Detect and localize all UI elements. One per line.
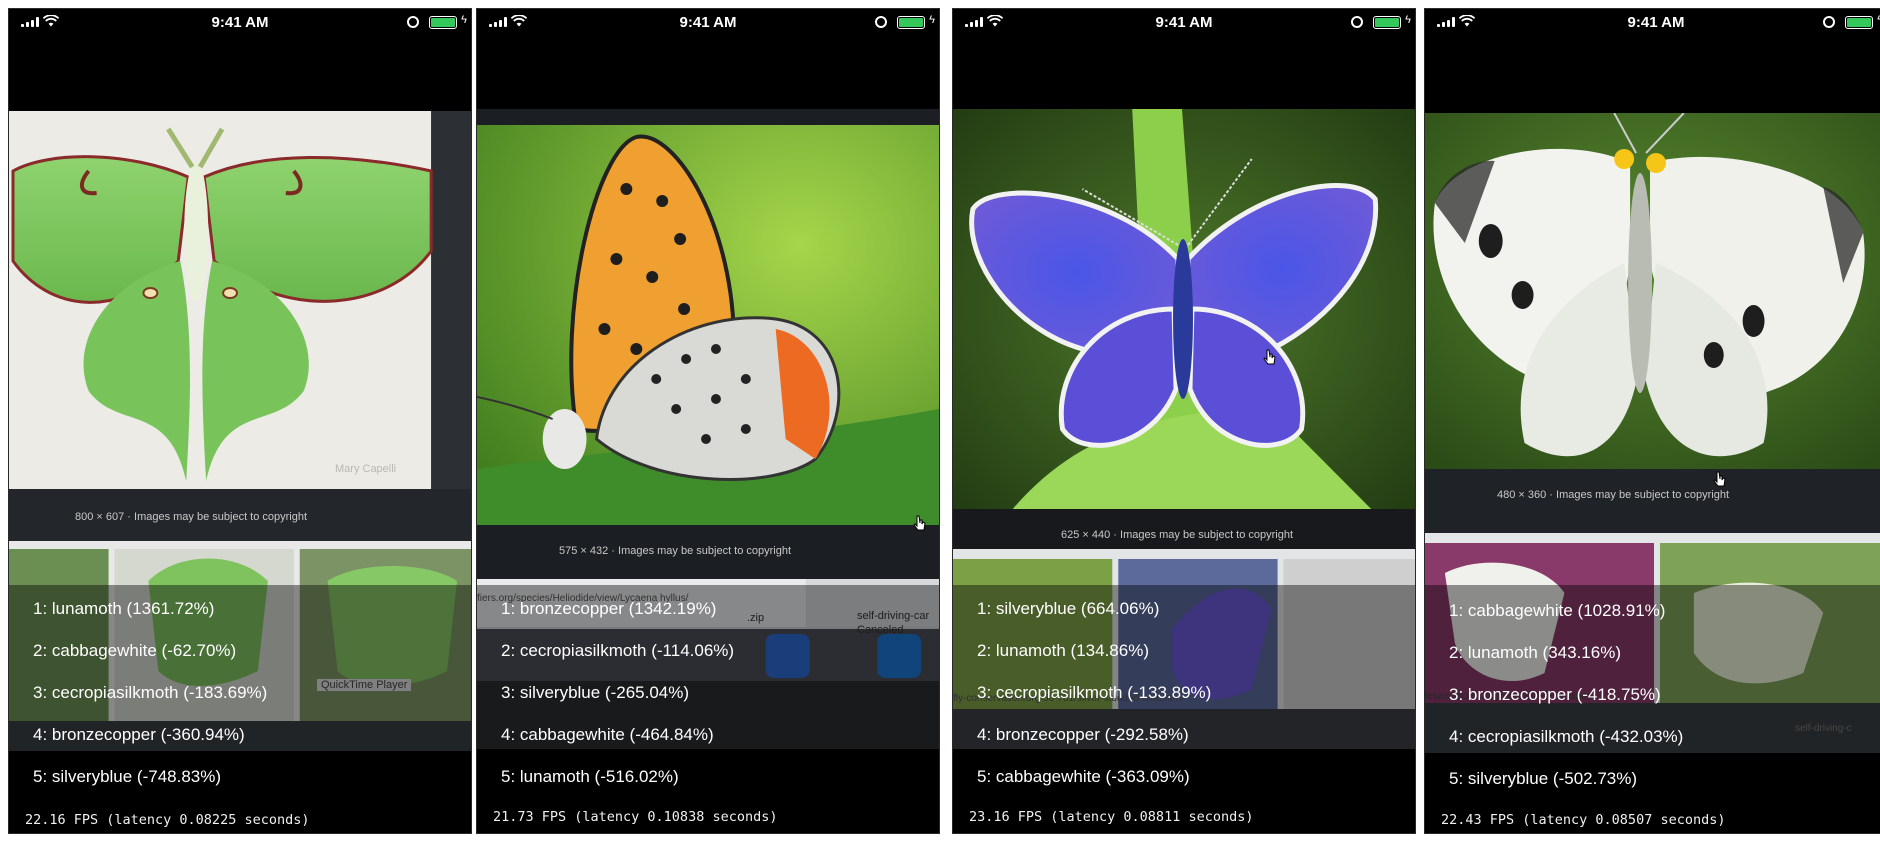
phone-screen-1: 9:41 AM ϟ Mary Capelli 800 × 607 · Image…	[8, 8, 472, 834]
prediction-4: 4: cecropiasilkmoth (-432.03%)	[1449, 727, 1684, 746]
image-caption: 480 × 360 · Images may be subject to cop…	[1497, 489, 1730, 501]
mouse-cursor-icon	[913, 515, 926, 531]
battery-icon	[1845, 16, 1873, 29]
prediction-1: 1: silveryblue (664.06%)	[977, 599, 1160, 618]
predictions-overlay: 1: lunamoth (1361.72%) 2: cabbagewhite (…	[9, 585, 471, 809]
prediction-2: 2: lunamoth (134.86%)	[977, 641, 1149, 660]
image-caption: 625 × 440 · Images may be subject to cop…	[1061, 529, 1294, 541]
battery-icon	[429, 16, 457, 29]
prediction-4: 4: bronzecopper (-360.94%)	[33, 725, 245, 744]
prediction-5: 5: lunamoth (-516.02%)	[501, 767, 679, 786]
status-bar: 9:41 AM ϟ	[1425, 9, 1880, 35]
watermark-text: Mary Capelli	[335, 463, 397, 475]
charging-icon: ϟ	[1405, 14, 1411, 26]
status-time: 9:41 AM	[1627, 14, 1685, 31]
status-bar: 9:41 AM ϟ	[477, 9, 939, 35]
prediction-4: 4: bronzecopper (-292.58%)	[977, 725, 1189, 744]
rotation-lock-icon	[1823, 16, 1835, 28]
status-time: 9:41 AM	[679, 14, 737, 31]
rotation-lock-icon	[1351, 16, 1363, 28]
phone-screen-3: 9:41 AM ϟ 625 × 440 · Images may be subj…	[952, 8, 1416, 834]
prediction-3: 3: silveryblue (-265.04%)	[501, 683, 690, 702]
prediction-3: 3: bronzecopper (-418.75%)	[1449, 685, 1661, 704]
phone-screen-2: 9:41 AM ϟ 575 × 432 · Images may be subj…	[476, 8, 940, 834]
predictions-overlay: 1: bronzecopper (1342.19%) 2: cecropiasi…	[477, 585, 939, 809]
charging-icon: ϟ	[461, 14, 467, 26]
battery-icon	[897, 16, 925, 29]
predictions-overlay: 1: cabbagewhite (1028.91%) 2: lunamoth (…	[1425, 585, 1880, 809]
prediction-5: 5: cabbagewhite (-363.09%)	[977, 767, 1190, 786]
prediction-2: 2: cecropiasilkmoth (-114.06%)	[501, 641, 735, 660]
prediction-3: 3: cecropiasilkmoth (-183.69%)	[33, 683, 268, 702]
fps-readout: 22.43 FPS (latency 0.08507 seconds)	[1441, 812, 1726, 828]
charging-icon: ϟ	[929, 14, 935, 26]
mouse-cursor-icon	[1263, 349, 1276, 365]
status-bar: 9:41 AM ϟ	[953, 9, 1415, 35]
battery-icon	[1373, 16, 1401, 29]
status-bar: 9:41 AM ϟ	[9, 9, 471, 35]
prediction-2: 2: cabbagewhite (-62.70%)	[33, 641, 237, 660]
status-time: 9:41 AM	[1155, 14, 1213, 31]
image-caption: 800 × 607 · Images may be subject to cop…	[75, 511, 308, 523]
predictions-overlay: 1: silveryblue (664.06%) 2: lunamoth (13…	[953, 585, 1415, 809]
prediction-5: 5: silveryblue (-748.83%)	[33, 767, 222, 786]
fps-readout: 22.16 FPS (latency 0.08225 seconds)	[25, 812, 310, 828]
image-caption: 575 × 432 · Images may be subject to cop…	[559, 545, 792, 557]
prediction-2: 2: lunamoth (343.16%)	[1449, 643, 1621, 662]
rotation-lock-icon	[407, 16, 419, 28]
fps-readout: 21.73 FPS (latency 0.10838 seconds)	[493, 809, 778, 825]
prediction-5: 5: silveryblue (-502.73%)	[1449, 769, 1638, 788]
rotation-lock-icon	[875, 16, 887, 28]
fps-readout: 23.16 FPS (latency 0.08811 seconds)	[969, 809, 1254, 825]
prediction-1: 1: cabbagewhite (1028.91%)	[1449, 601, 1666, 620]
prediction-4: 4: cabbagewhite (-464.84%)	[501, 725, 714, 744]
prediction-3: 3: cecropiasilkmoth (-133.89%)	[977, 683, 1212, 702]
prediction-1: 1: lunamoth (1361.72%)	[33, 599, 215, 618]
prediction-1: 1: bronzecopper (1342.19%)	[501, 599, 717, 618]
status-time: 9:41 AM	[211, 14, 269, 31]
mouse-cursor-icon	[1713, 471, 1726, 487]
phone-screen-4: 9:41 AM ϟ	[1424, 8, 1880, 834]
